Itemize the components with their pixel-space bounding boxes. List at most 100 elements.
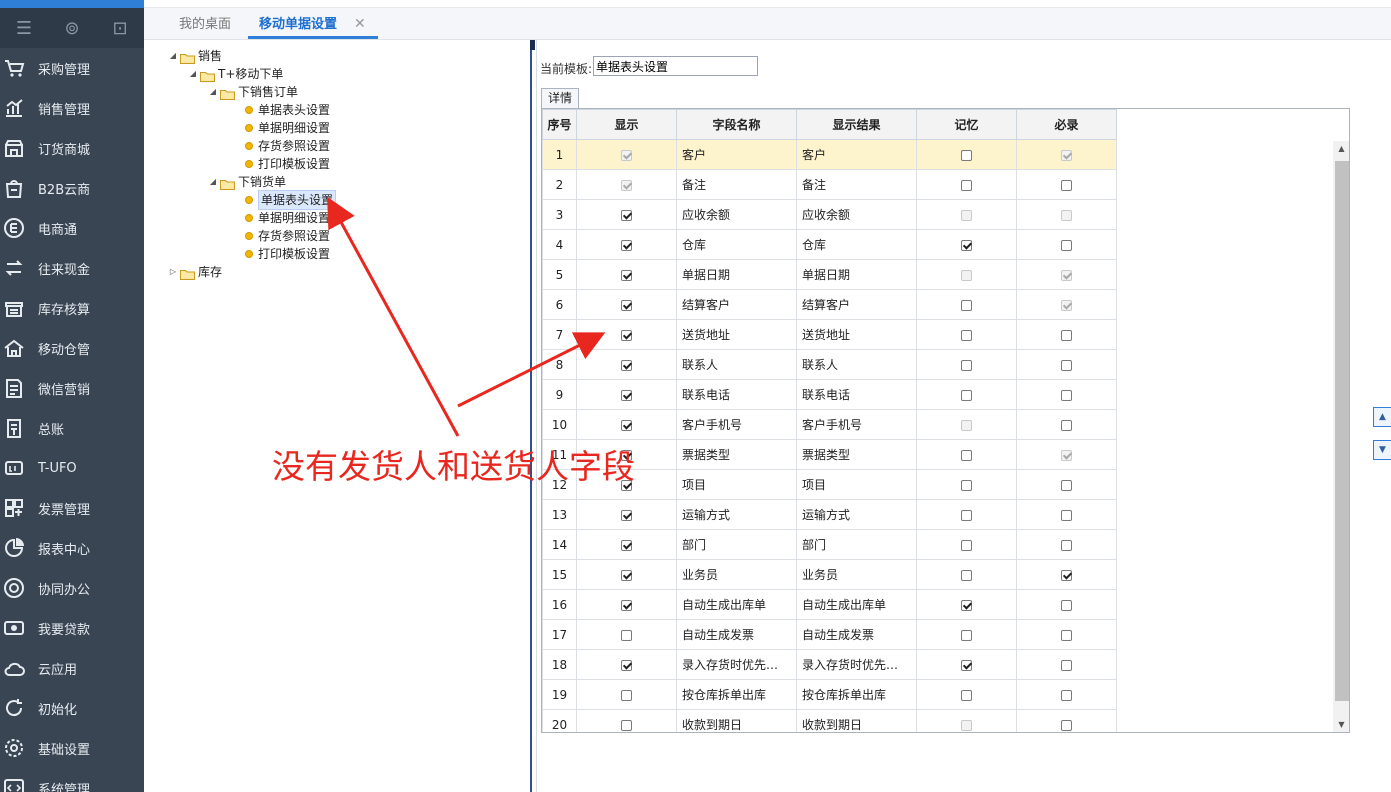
tree-node-mobile-order[interactable]: ◢ T+移动下单 [188,65,283,83]
tree-node-sales[interactable]: ◢ 销售 [168,47,222,65]
tree-leaf[interactable]: 打印模板设置 [244,245,330,263]
field-name[interactable]: 收款到期日 [676,709,797,732]
memory-checkbox[interactable] [961,569,972,581]
table-row[interactable]: 13 运输方式 运输方式 [542,499,1117,530]
show-checkbox[interactable] [621,209,632,221]
display-result[interactable]: 客户 [796,139,917,170]
tab-mobile-doc-settings[interactable]: 移动单据设置 ✕ [248,10,378,39]
memory-checkbox[interactable] [961,659,972,671]
field-name[interactable]: 自动生成出库单 [676,589,797,620]
field-name[interactable]: 应收余额 [676,199,797,230]
sidebar-item[interactable]: 初始化 [0,688,144,728]
tree-node-sales-delivery[interactable]: ◢ 下销货单 [208,173,286,191]
memory-checkbox[interactable] [961,299,972,311]
required-checkbox[interactable] [1061,689,1072,701]
required-checkbox[interactable] [1061,629,1072,641]
display-result[interactable]: 客户手机号 [796,409,917,440]
close-icon[interactable]: ✕ [354,10,366,39]
sidebar-item[interactable]: 采购管理 [0,48,144,88]
sidebar-item[interactable]: 协同办公 [0,568,144,608]
sidebar-item[interactable]: 总账 [0,408,144,448]
table-row[interactable]: 14 部门 部门 [542,529,1117,560]
search-icon[interactable]: ⊚ [48,18,96,39]
sidebar-item[interactable]: 电商通 [0,208,144,248]
new-window-icon[interactable]: ⊡ [96,18,144,39]
field-name[interactable]: 仓库 [676,229,797,260]
display-result[interactable]: 结算客户 [796,289,917,320]
required-checkbox[interactable] [1061,659,1072,671]
expand-icon[interactable]: ◢ [208,83,218,101]
required-checkbox[interactable] [1061,569,1072,581]
field-name[interactable]: 部门 [676,529,797,560]
display-result[interactable]: 部门 [796,529,917,560]
show-checkbox[interactable] [621,719,632,731]
sidebar-item[interactable]: 我要贷款 [0,608,144,648]
splitter-handle[interactable] [530,40,535,50]
expand-icon[interactable]: ◢ [208,173,218,191]
tree-leaf[interactable]: 单据明细设置 [244,209,330,227]
table-row[interactable]: 3 应收余额 应收余额 [542,199,1117,230]
table-row[interactable]: 2 备注 备注 [542,169,1117,200]
table-row[interactable]: 15 业务员 业务员 [542,559,1117,590]
display-result[interactable]: 业务员 [796,559,917,590]
memory-checkbox[interactable] [961,329,972,341]
field-name[interactable]: 结算客户 [676,289,797,320]
display-result[interactable]: 录入存货时优先… [796,649,917,680]
vertical-scrollbar[interactable]: ▲ ▼ [1333,141,1349,732]
table-row[interactable]: 5 单据日期 单据日期 [542,259,1117,290]
sidebar-item[interactable]: 发票管理 [0,488,144,528]
expand-icon[interactable]: ◢ [188,65,198,83]
show-checkbox[interactable] [621,359,632,371]
table-row[interactable]: 19 按仓库拆单出库 按仓库拆单出库 [542,679,1117,710]
sidebar-item[interactable]: 基础设置 [0,728,144,768]
show-checkbox[interactable] [621,689,632,701]
field-name[interactable]: 自动生成发票 [676,619,797,650]
required-checkbox[interactable] [1061,419,1072,431]
field-name[interactable]: 票据类型 [676,439,797,470]
memory-checkbox[interactable] [961,629,972,641]
move-down-button[interactable]: ▼ [1373,440,1391,460]
move-up-button[interactable]: ▲ [1373,407,1391,427]
table-row[interactable]: 8 联系人 联系人 [542,349,1117,380]
show-checkbox[interactable] [621,599,632,611]
display-result[interactable]: 联系人 [796,349,917,380]
required-checkbox[interactable] [1061,719,1072,731]
required-checkbox[interactable] [1061,509,1072,521]
sidebar-item[interactable]: 云应用 [0,648,144,688]
table-row[interactable]: 20 收款到期日 收款到期日 [542,709,1117,732]
tree-leaf[interactable]: 存货参照设置 [244,137,330,155]
memory-checkbox[interactable] [961,149,972,161]
display-result[interactable]: 票据类型 [796,439,917,470]
show-checkbox[interactable] [621,389,632,401]
scroll-up-icon[interactable]: ▲ [1333,141,1349,157]
display-result[interactable]: 收款到期日 [796,709,917,732]
sidebar-item[interactable]: 微信营销 [0,368,144,408]
field-name[interactable]: 单据日期 [676,259,797,290]
memory-checkbox[interactable] [961,179,972,191]
required-checkbox[interactable] [1061,479,1072,491]
tree-leaf[interactable]: 单据表头设置 [244,101,330,119]
table-row[interactable]: 16 自动生成出库单 自动生成出库单 [542,589,1117,620]
show-checkbox[interactable] [621,299,632,311]
field-name[interactable]: 按仓库拆单出库 [676,679,797,710]
tree-leaf[interactable]: 单据明细设置 [244,119,330,137]
required-checkbox[interactable] [1061,329,1072,341]
display-result[interactable]: 项目 [796,469,917,500]
template-input[interactable] [593,56,758,76]
show-checkbox[interactable] [621,629,632,641]
expand-icon[interactable]: ◢ [168,47,178,65]
table-row[interactable]: 10 客户手机号 客户手机号 [542,409,1117,440]
tree-node-inventory[interactable]: ▷ 库存 [168,263,222,281]
required-checkbox[interactable] [1061,599,1072,611]
display-result[interactable]: 运输方式 [796,499,917,530]
display-result[interactable]: 送货地址 [796,319,917,350]
show-checkbox[interactable] [621,329,632,341]
table-row[interactable]: 4 仓库 仓库 [542,229,1117,260]
required-checkbox[interactable] [1061,359,1072,371]
show-checkbox[interactable] [621,539,632,551]
field-name[interactable]: 业务员 [676,559,797,590]
memory-checkbox[interactable] [961,689,972,701]
tab-details[interactable]: 详情 [541,88,579,108]
sidebar-item[interactable]: 移动仓管 [0,328,144,368]
sidebar-item[interactable]: B2B云商 [0,168,144,208]
